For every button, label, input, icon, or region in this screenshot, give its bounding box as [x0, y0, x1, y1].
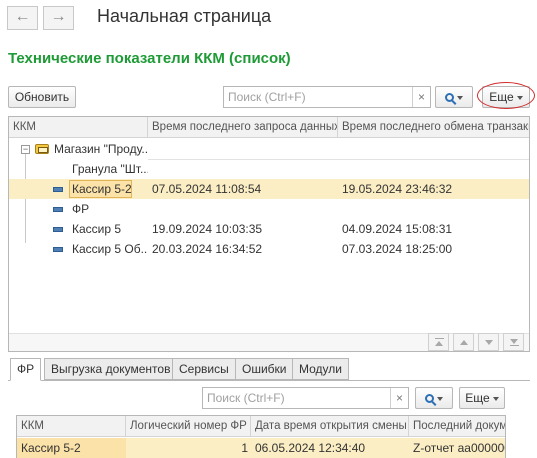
search-input[interactable]: Поиск (Ctrl+F) × [223, 86, 431, 108]
last-document-cell: Z-отчет аа0000000 [413, 441, 505, 455]
table-row-selected[interactable]: Кассир 5-2 1 06.05.2024 12:34:40 Z-отчет… [17, 438, 505, 458]
column-header-last-request[interactable]: Время последнего запроса данных [148, 117, 338, 138]
scroll-last-button[interactable] [503, 333, 524, 351]
scroll-first-icon [435, 341, 443, 346]
column-header-logical-number[interactable]: Логический номер ФР [126, 416, 251, 437]
table-header: ККМ Время последнего запроса данных Врем… [9, 117, 529, 138]
magnifier-icon [445, 93, 454, 103]
refresh-button[interactable]: Обновить [8, 86, 76, 108]
sub-more-button[interactable]: Еще [459, 387, 505, 409]
cash-register-icon [53, 207, 63, 212]
sub-more-label: Еще [465, 391, 490, 405]
column-header-last-document[interactable]: Последний докуме [409, 416, 505, 437]
column-header-kkm[interactable]: ККМ [9, 117, 148, 138]
kkm-cell: Гранула "Шт... [72, 162, 148, 176]
scroll-down-icon [485, 340, 493, 345]
clear-search-button[interactable]: × [412, 87, 430, 107]
chevron-down-icon [457, 95, 463, 100]
store-icon [35, 144, 49, 154]
kkm-cell: Кассир 5-2 [69, 180, 132, 198]
last-exchange-cell: 04.09.2024 15:08:31 [342, 222, 453, 236]
back-button[interactable]: ← [7, 6, 38, 30]
chevron-down-icon [437, 396, 443, 401]
kkm-cell: Кассир 5-2 [17, 438, 126, 458]
logical-number-cell: 1 [241, 441, 248, 455]
forward-button[interactable]: → [43, 6, 74, 30]
column-header-kkm[interactable]: ККМ [17, 416, 126, 437]
collapse-toggle-icon[interactable]: − [21, 145, 30, 154]
kkm-cell: Кассир 5 [72, 222, 122, 236]
scroll-top-bar-icon [435, 338, 444, 339]
arrow-left-icon: ← [14, 8, 31, 25]
fr-table[interactable]: ККМ Логический номер ФР Дата время откры… [16, 415, 506, 458]
table-row[interactable]: Кассир 5 Об... 20.03.2024 16:34:52 07.03… [9, 239, 529, 259]
table-row-selected[interactable]: Кассир 5-2 07.05.2024 11:08:54 19.05.202… [9, 179, 529, 199]
last-exchange-cell: 07.03.2024 18:25:00 [342, 242, 453, 256]
tab-modules[interactable]: Модули [292, 358, 349, 380]
search-placeholder: Поиск (Ctrl+F) [228, 90, 306, 104]
tab-errors[interactable]: Ошибки [235, 358, 294, 380]
table-row[interactable]: Кассир 5 19.09.2024 10:03:35 04.09.2024 … [9, 219, 529, 239]
chevron-down-icon [492, 396, 499, 401]
scroll-up-button[interactable] [453, 333, 474, 351]
scroll-last-icon [510, 339, 518, 344]
horizontal-scrollbar[interactable] [9, 333, 529, 351]
kkm-cell: Магазин "Проду... [54, 142, 149, 156]
table-row[interactable]: ФР [9, 199, 529, 219]
list-title: Технические показатели ККМ (список) [8, 50, 291, 67]
tab-services[interactable]: Сервисы [172, 358, 236, 380]
sub-table-header: ККМ Логический номер ФР Дата время откры… [17, 416, 505, 437]
last-request-cell: 07.05.2024 11:08:54 [152, 182, 262, 196]
sub-clear-search-button[interactable]: × [390, 388, 408, 408]
last-request-cell: 19.09.2024 10:03:35 [152, 222, 263, 236]
scroll-bottom-bar-icon [510, 345, 519, 346]
magnifier-icon [425, 394, 434, 404]
sub-search-input[interactable]: Поиск (Ctrl+F) × [202, 387, 409, 409]
scroll-up-icon [460, 340, 468, 345]
table-row[interactable]: − Магазин "Проду... [9, 139, 529, 159]
shift-open-cell: 06.05.2024 12:34:40 [255, 441, 366, 455]
cash-register-icon [53, 227, 63, 232]
highlight-ring [477, 82, 535, 109]
kkm-cell: ФР [72, 202, 90, 216]
scroll-down-button[interactable] [478, 333, 499, 351]
column-header-shift-open[interactable]: Дата время открытия смены [251, 416, 409, 437]
column-header-last-exchange[interactable]: Время последнего обмена транзакц [338, 117, 529, 138]
sub-search-button[interactable] [415, 387, 453, 409]
scroll-first-button[interactable] [428, 333, 449, 351]
tab-export-documents[interactable]: Выгрузка документов [44, 358, 178, 380]
arrow-right-icon: → [50, 8, 67, 25]
last-exchange-cell: 19.05.2024 23:46:32 [342, 182, 453, 196]
search-button[interactable] [435, 86, 473, 108]
kkm-cell: Кассир 5 Об... [72, 242, 148, 256]
kkm-table[interactable]: ККМ Время последнего запроса данных Врем… [8, 116, 530, 352]
sub-search-placeholder: Поиск (Ctrl+F) [207, 391, 285, 405]
cash-register-icon [53, 187, 63, 192]
cash-register-icon [53, 247, 63, 252]
tab-fr[interactable]: ФР [10, 358, 42, 381]
table-row[interactable]: Гранула "Шт... [9, 159, 529, 179]
page-title: Начальная страница [97, 6, 272, 26]
last-request-cell: 20.03.2024 16:34:52 [152, 242, 263, 256]
tabs-divider [8, 380, 530, 381]
